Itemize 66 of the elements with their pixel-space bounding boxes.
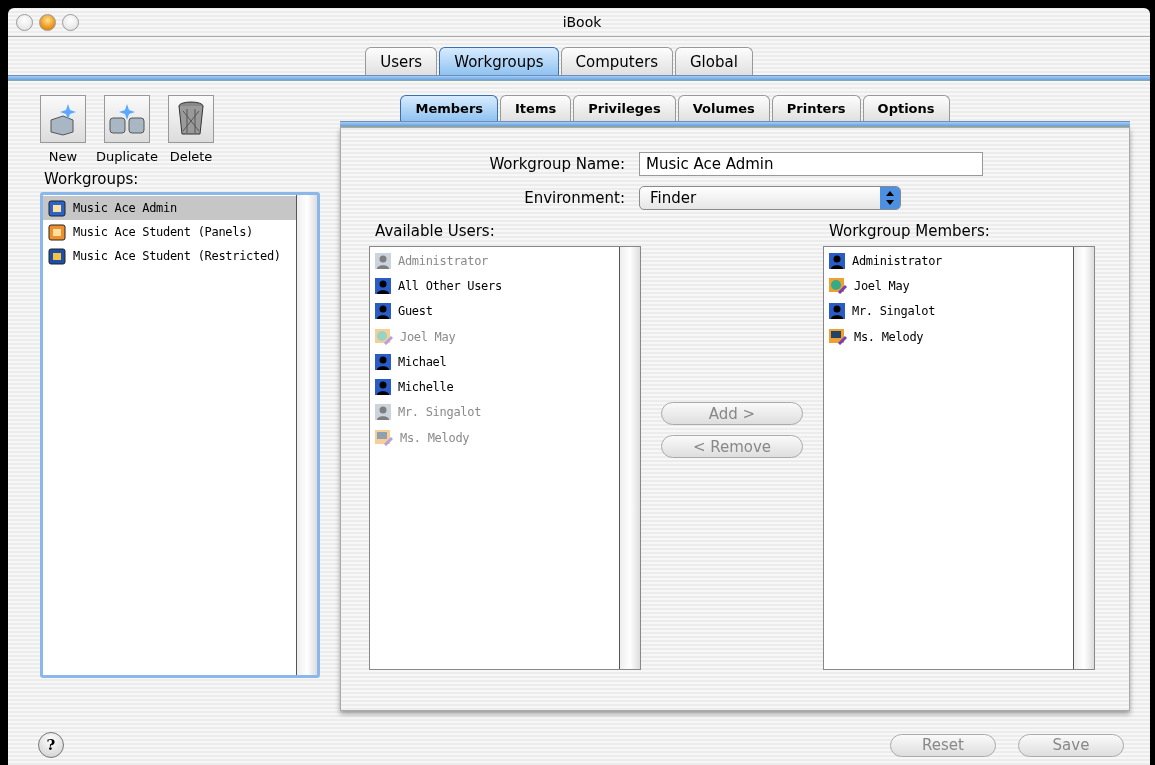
workgroup-name: Music Ace Student (Panels) — [73, 225, 254, 239]
user-icon — [829, 252, 845, 269]
workgroup-row[interactable]: Music Ace Admin — [43, 196, 296, 220]
field-label: Workgroup Name: — [488, 155, 625, 173]
user-icon — [375, 252, 391, 269]
user-list[interactable]: Administrator Joel May Mr. Singalot Ms. Melody — [823, 246, 1095, 670]
globe-pencil-icon — [375, 328, 393, 345]
toolbar-button[interactable] — [168, 95, 214, 143]
toolbar-button[interactable] — [104, 95, 150, 143]
workgroup-list[interactable]: Music Ace Admin Music Ace Student (Panels) Music Ace Student (Restricted) — [40, 192, 320, 678]
help-button[interactable]: ? — [38, 732, 64, 758]
user-item[interactable]: All Other Users — [398, 278, 502, 293]
tab[interactable]: Options — [862, 95, 950, 121]
user-icon — [375, 379, 391, 396]
user-icon — [375, 404, 391, 421]
environment-select[interactable]: Finder — [639, 186, 901, 210]
stepper-icon — [880, 187, 900, 209]
computer-pencil-icon — [829, 328, 847, 345]
scrollbar[interactable] — [296, 195, 317, 675]
tab[interactable]: Computers — [560, 47, 673, 75]
tab[interactable]: Workgroups — [439, 47, 559, 75]
workgroup-name: Music Ace Student (Restricted) — [73, 249, 281, 263]
user-icon — [829, 303, 845, 320]
new-item-icon — [48, 102, 78, 136]
computer-pencil-icon — [375, 429, 393, 446]
list-label: Workgroup Members: — [829, 222, 991, 240]
workgroup-name: Music Ace Admin — [73, 201, 177, 215]
tab[interactable]: Members — [400, 95, 499, 121]
tab[interactable]: Global — [674, 47, 753, 75]
workgroup-icon — [48, 199, 66, 217]
user-item[interactable]: Ms. Melody — [854, 329, 924, 344]
user-item[interactable]: Guest — [398, 304, 433, 319]
tab[interactable]: Privileges — [573, 95, 676, 121]
workgroup-row[interactable]: Music Ace Student (Panels) — [43, 220, 296, 244]
user-item[interactable]: Michelle — [398, 380, 454, 395]
user-icon — [375, 277, 391, 294]
workgroup-name-field[interactable]: Music Ace Admin — [639, 152, 983, 176]
scrollbar[interactable] — [1073, 247, 1094, 669]
globe-pencil-icon — [829, 277, 847, 294]
list-label: Workgroups: — [44, 170, 140, 188]
toolbar-label: Delete — [169, 149, 213, 164]
list-label: Available Users: — [375, 222, 496, 240]
workgroup-icon — [48, 247, 66, 265]
scrollbar[interactable] — [619, 247, 640, 669]
close-button[interactable] — [16, 13, 33, 31]
user-item[interactable]: Administrator — [852, 253, 943, 268]
user-icon — [375, 303, 391, 320]
field-label: Environment: — [523, 189, 625, 207]
tab[interactable]: Printers — [771, 95, 861, 121]
zoom-button[interactable] — [62, 13, 79, 31]
user-item[interactable]: Joel May — [854, 278, 910, 293]
minimize-button[interactable] — [39, 13, 56, 31]
user-icon — [375, 353, 391, 370]
window-title: iBook — [562, 14, 602, 30]
user-item[interactable]: Michael — [398, 354, 447, 369]
trash-icon — [177, 101, 205, 137]
toolbar-button[interactable] — [40, 95, 86, 143]
tab[interactable]: Items — [500, 95, 572, 121]
toolbar-label: New — [48, 149, 78, 164]
toolbar-label: Duplicate — [96, 149, 158, 164]
duplicate-icon — [108, 102, 146, 136]
user-item[interactable]: Mr. Singalot — [852, 304, 936, 319]
workgroup-row[interactable]: Music Ace Student (Restricted) — [43, 244, 296, 268]
tab[interactable]: Volumes — [677, 95, 770, 121]
tab[interactable]: Users — [365, 47, 438, 75]
workgroup-icon — [48, 223, 66, 241]
